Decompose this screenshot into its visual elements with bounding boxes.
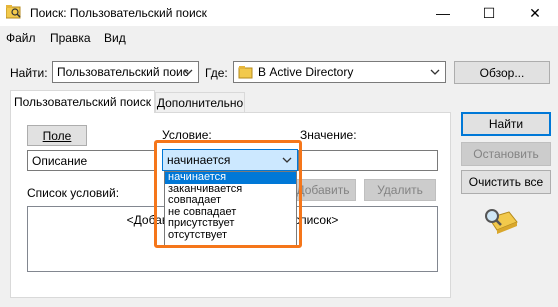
menu-bar: Файл Правка Вид bbox=[0, 28, 558, 48]
remove-button[interactable]: Удалить bbox=[364, 179, 436, 201]
field-button-label: Поле bbox=[42, 128, 72, 143]
find-label: Найти: bbox=[10, 66, 48, 80]
where-label: Где: bbox=[205, 66, 228, 80]
search-window: Поиск: Пользовательский поиск — ☐ ✕ Файл… bbox=[0, 0, 558, 307]
condition-value: начинается bbox=[167, 153, 231, 167]
tab-advanced[interactable]: Дополнительно bbox=[155, 92, 245, 113]
find-type-select[interactable]: Пользовательский поис bbox=[52, 61, 199, 83]
value-input[interactable] bbox=[298, 150, 438, 171]
field-input[interactable]: Описание bbox=[27, 150, 157, 171]
where-select[interactable]: В Active Directory bbox=[233, 61, 446, 83]
tab-custom-search[interactable]: Пользовательский поиск bbox=[10, 90, 155, 113]
value-label: Значение: bbox=[300, 128, 357, 142]
find-now-button[interactable]: Найти bbox=[461, 112, 551, 136]
field-value: Описание bbox=[32, 153, 88, 168]
menu-file[interactable]: Файл bbox=[6, 31, 36, 45]
condition-dropdown-list: начинается заканчивается совпадает не со… bbox=[164, 171, 297, 246]
find-type-value: Пользовательский поис bbox=[57, 65, 189, 79]
magnifier-search-icon bbox=[485, 209, 518, 234]
where-value: В Active Directory bbox=[258, 65, 354, 79]
dropdown-option[interactable]: отсутствует bbox=[165, 229, 296, 242]
chevron-down-icon bbox=[282, 157, 292, 163]
menu-edit[interactable]: Правка bbox=[50, 31, 91, 45]
chevron-down-icon bbox=[183, 69, 193, 75]
stop-button[interactable]: Остановить bbox=[461, 142, 551, 166]
directory-icon bbox=[238, 66, 253, 79]
clear-all-button[interactable]: Очистить все bbox=[461, 170, 551, 194]
browse-button[interactable]: Обзор... bbox=[454, 61, 550, 84]
minimize-icon: — bbox=[436, 5, 450, 21]
title-bar: Поиск: Пользовательский поиск — ☐ ✕ bbox=[0, 0, 558, 26]
condition-label: Условие: bbox=[162, 128, 212, 142]
menu-view[interactable]: Вид bbox=[104, 31, 126, 45]
minimize-button[interactable]: — bbox=[420, 0, 466, 26]
close-icon: ✕ bbox=[529, 4, 541, 21]
search-dialog-icon bbox=[6, 5, 21, 19]
maximize-icon: ☐ bbox=[482, 4, 496, 21]
condition-select[interactable]: начинается bbox=[162, 149, 298, 171]
window-title: Поиск: Пользовательский поиск bbox=[30, 6, 207, 20]
dropdown-option[interactable]: начинается bbox=[165, 172, 296, 184]
maximize-button[interactable]: ☐ bbox=[466, 0, 512, 26]
close-button[interactable]: ✕ bbox=[512, 0, 558, 26]
conditions-list-label: Список условий: bbox=[27, 186, 120, 200]
chevron-down-icon bbox=[430, 69, 440, 75]
add-button[interactable]: Добавить bbox=[290, 179, 356, 201]
field-button[interactable]: Поле bbox=[27, 125, 87, 146]
